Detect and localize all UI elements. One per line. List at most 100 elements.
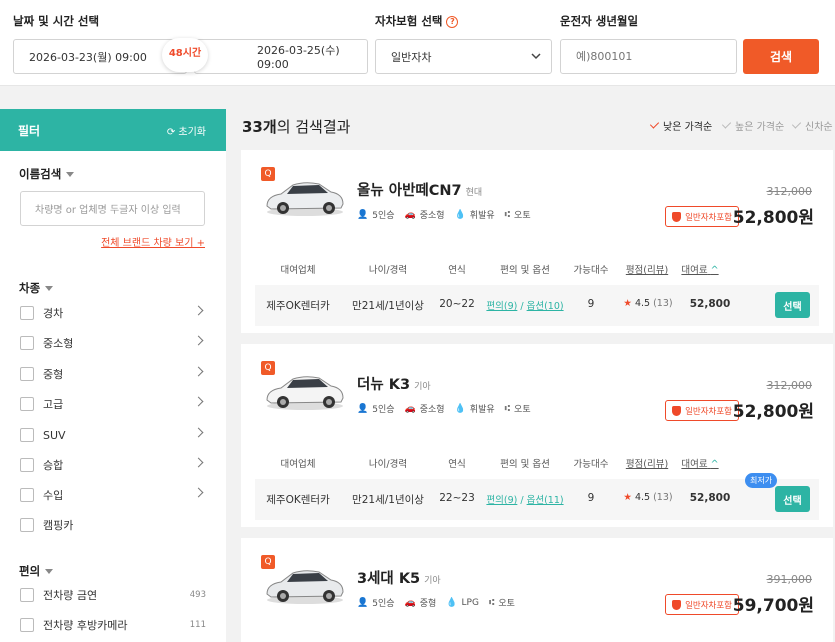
car-icon: 🚗 [404, 597, 416, 608]
table-header: 연식 [448, 265, 466, 276]
caret-up-icon: ^ [710, 459, 719, 470]
table-header: 연식 [448, 459, 466, 470]
rating-cell: ★ 4.5 (13) [623, 298, 673, 309]
table-row: 제주OK렌터카 만21세/1년이상 22~23 편의(9) / 옵션(11) 9… [255, 473, 819, 520]
fee-sort-header[interactable]: 대여료 ^ [681, 456, 718, 470]
select-button[interactable]: 선택 [775, 486, 810, 512]
insurance-badge: 일반자차포함 [665, 594, 739, 615]
car-name[interactable]: 올뉴 아반떼CN7 현대 [357, 179, 482, 200]
filter-sidebar: 필터 ⟳ 초기화 이름검색 차량명 or 업체명 두글자 이상 입력 전체 브랜… [0, 109, 226, 642]
convenience-section[interactable]: 편의 [19, 563, 54, 579]
original-price: 312,000 [766, 185, 813, 198]
rating-sort-header[interactable]: 평점(리뷰) [626, 262, 668, 276]
insurance-label: 자차보험 선택? [375, 13, 459, 29]
birth-date-input[interactable] [560, 39, 737, 74]
original-price: 391,000 [766, 573, 813, 586]
return-date-field[interactable]: 2026-03-25(수) 09:00 [194, 39, 368, 74]
pickup-date-field[interactable]: 2026-03-23(월) 09:00 [13, 39, 187, 74]
car-type-option[interactable]: 수입 [20, 486, 206, 504]
size-spec: 🚗 중형 [404, 597, 437, 610]
car-price: 52,800원 [732, 208, 814, 228]
car-type-option[interactable]: SUV [20, 426, 206, 444]
all-brands-link[interactable]: 전체 브랜드 차량 보기 + [101, 234, 205, 249]
fee-cell: 52,800 [689, 298, 731, 310]
car-type-option[interactable]: 캠핑카 [20, 516, 206, 534]
sort-low-price[interactable]: 낮은 가격순 [649, 118, 712, 133]
table-header: 대여업체 [280, 459, 316, 470]
return-date-value: 2026-03-25(수) 09:00 [257, 44, 340, 71]
options-link[interactable]: 옵션(11) [527, 495, 564, 506]
car-type-option[interactable]: 승합 [20, 456, 206, 474]
year-cell: 22~23 [439, 492, 475, 504]
car-type-section[interactable]: 차종 [19, 280, 54, 296]
insurance-select[interactable]: 일반자차 [375, 39, 552, 74]
filter-header: 필터 ⟳ 초기화 [0, 109, 226, 151]
convenience-option[interactable]: 전차량 금연 493 [20, 586, 206, 604]
table-header: 가능대수 [573, 459, 609, 470]
car-card: Q 올뉴 아반떼CN7 현대 👤 5인승 🚗 중소형 💧 휘발유 ⑆ 오토 312,000… [241, 150, 833, 333]
car-name[interactable]: 더뉴 K3 기아 [357, 373, 431, 394]
fee-sort-header[interactable]: 대여료 ^ [681, 262, 718, 276]
help-icon[interactable]: ? [446, 15, 459, 28]
person-icon: 👤 [357, 403, 369, 414]
car-maker: 기아 [414, 382, 431, 392]
car-price: 52,800원 [732, 402, 814, 422]
caret-down-icon [45, 286, 54, 291]
convenience-link[interactable]: 편의(9) [486, 495, 517, 506]
gear-shift-icon: ⑆ [488, 597, 495, 608]
sort-new-car[interactable]: 신차순 [791, 118, 833, 133]
options-link[interactable]: 옵션(10) [527, 301, 564, 312]
fuel-drop-icon: 💧 [454, 403, 466, 414]
chevron-right-icon [193, 366, 204, 377]
select-button[interactable]: 선택 [775, 292, 810, 318]
transmission-spec: ⑆ 오토 [504, 403, 531, 416]
option-count: 493 [189, 590, 206, 600]
name-search-section[interactable]: 이름검색 [19, 166, 75, 182]
chevron-down-icon [531, 53, 541, 60]
available-cell: 9 [587, 298, 595, 310]
gear-shift-icon: ⑆ [504, 403, 511, 414]
car-type-option[interactable]: 중형 [20, 365, 206, 383]
gear-shift-icon: ⑆ [504, 209, 511, 220]
shield-icon [672, 405, 682, 416]
age-cell: 만21세/1년이상 [352, 494, 424, 506]
caret-down-icon [45, 569, 54, 574]
checkbox [20, 428, 34, 442]
fuel-spec: 💧 휘발유 [454, 209, 495, 222]
fuel-drop-icon: 💧 [446, 597, 458, 608]
lowest-price-badge: 최저가 [745, 473, 778, 488]
size-spec: 🚗 중소형 [404, 403, 445, 416]
star-icon: ★ [623, 298, 632, 309]
checkbox [20, 488, 34, 502]
car-specs: 👤 5인승 🚗 중소형 💧 휘발유 ⑆ 오토 [357, 402, 531, 416]
car-name[interactable]: 3세대 K5 기아 [357, 567, 441, 588]
car-card: Q 3세대 K5 기아 👤 5인승 🚗 중형 💧 LPG ⑆ 오토 391,000 일반자… [241, 538, 833, 642]
reset-button[interactable]: ⟳ 초기화 [167, 123, 206, 138]
car-type-option[interactable]: 고급 [20, 395, 206, 413]
transmission-spec: ⑆ 오토 [488, 597, 515, 610]
birth-label: 운전자 생년월일 [560, 14, 639, 28]
person-icon: 👤 [357, 597, 369, 608]
convenience-option[interactable]: 전차량 후방카메라 111 [20, 616, 206, 634]
car-type-option[interactable]: 중소형 [20, 334, 206, 352]
company-cell: 제주OK렌터카 [266, 300, 330, 312]
car-type-option[interactable]: 경차 [20, 304, 206, 322]
car-image [266, 570, 344, 604]
fuel-spec: 💧 휘발유 [454, 403, 495, 416]
fee-cell: 52,800 [689, 492, 731, 504]
search-button[interactable]: 검색 [743, 39, 819, 74]
car-maker: 기아 [424, 576, 441, 586]
rating-sort-header[interactable]: 평점(리뷰) [626, 456, 668, 470]
sort-high-price[interactable]: 높은 가격순 [721, 118, 784, 133]
transmission-spec: ⑆ 오토 [504, 209, 531, 222]
convenience-link[interactable]: 편의(9) [486, 301, 517, 312]
car-icon: 🚗 [404, 403, 416, 414]
shield-icon [672, 599, 682, 610]
name-search-input[interactable]: 차량명 or 업체명 두글자 이상 입력 [20, 191, 205, 226]
age-cell: 만21세/1년이상 [352, 300, 424, 312]
table-header: 편의 및 옵션 [500, 459, 550, 470]
seats-spec: 👤 5인승 [357, 209, 395, 222]
car-maker: 현대 [465, 188, 483, 198]
seats-spec: 👤 5인승 [357, 403, 395, 416]
car-specs: 👤 5인승 🚗 중소형 💧 휘발유 ⑆ 오토 [357, 208, 531, 222]
